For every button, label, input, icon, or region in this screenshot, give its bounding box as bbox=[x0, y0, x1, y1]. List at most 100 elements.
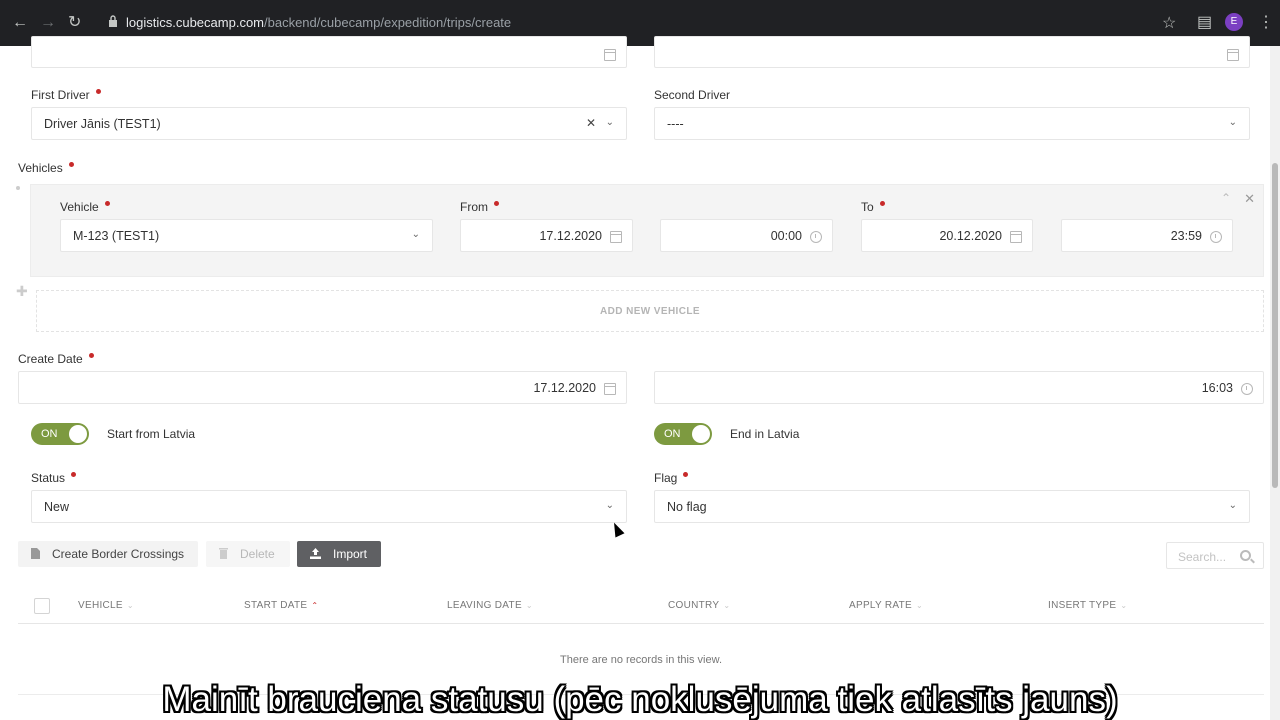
toggle-state: ON bbox=[41, 428, 58, 440]
to-time-value: 23:59 bbox=[1170, 229, 1202, 243]
sort-icon: ⌄ bbox=[723, 601, 731, 610]
reload-icon[interactable]: ↻ bbox=[68, 13, 81, 33]
to-time-field[interactable]: 23:59 bbox=[1061, 219, 1233, 252]
plus-icon[interactable]: ✚ bbox=[16, 283, 28, 300]
back-icon[interactable]: ← bbox=[12, 13, 28, 33]
vehicle-select[interactable]: M-123 (TEST1) ⌄ bbox=[60, 219, 433, 252]
required-dot bbox=[494, 201, 499, 206]
forward-icon[interactable]: → bbox=[40, 13, 56, 33]
status-label: Status bbox=[31, 471, 77, 485]
search-input[interactable]: Search... bbox=[1166, 542, 1264, 569]
flag-select[interactable]: No flag ⌄ bbox=[654, 490, 1250, 523]
table-header: VEHICLE ⌄ START DATE ⌃ LEAVING DATE ⌄ COUNT… bbox=[18, 588, 1264, 624]
chevron-down-icon: ⌄ bbox=[605, 117, 614, 128]
scrollbar-thumb[interactable] bbox=[1272, 163, 1278, 488]
column-start-date[interactable]: START DATE ⌃ bbox=[244, 600, 318, 611]
sort-asc-icon: ⌃ bbox=[311, 601, 319, 610]
required-dot bbox=[879, 201, 885, 206]
chevron-down-icon: ⌄ bbox=[411, 229, 420, 240]
import-button[interactable]: Import bbox=[297, 541, 381, 567]
column-vehicle[interactable]: VEHICLE ⌄ bbox=[78, 600, 134, 611]
search-icon[interactable] bbox=[1240, 550, 1251, 561]
remove-vehicle-icon[interactable]: ✕ bbox=[1244, 191, 1255, 207]
upload-icon bbox=[310, 548, 321, 559]
column-leaving-date[interactable]: LEAVING DATE ⌄ bbox=[447, 600, 533, 611]
create-date-field[interactable]: 17.12.2020 bbox=[18, 371, 627, 404]
search-placeholder: Search... bbox=[1178, 550, 1227, 564]
required-dot bbox=[95, 89, 101, 94]
url-text[interactable]: logistics.cubecamp.com/backend/cubecamp/… bbox=[126, 15, 511, 30]
column-apply-rate[interactable]: APPLY RATE ⌄ bbox=[849, 600, 923, 611]
required-dot bbox=[104, 201, 110, 206]
required-dot bbox=[71, 472, 77, 477]
start-date-field[interactable] bbox=[31, 36, 627, 68]
vehicle-label: Vehicle bbox=[60, 200, 110, 214]
sort-icon: ⌄ bbox=[525, 601, 533, 610]
required-dot bbox=[68, 162, 74, 167]
vehicle-value: M-123 (TEST1) bbox=[73, 229, 160, 243]
clear-icon[interactable]: ✕ bbox=[586, 116, 596, 130]
end-in-latvia-toggle[interactable]: ON bbox=[654, 423, 712, 445]
add-new-vehicle-button[interactable]: ADD NEW VEHICLE bbox=[36, 290, 1264, 332]
button-label: Delete bbox=[240, 547, 275, 561]
toggle-state: ON bbox=[664, 428, 681, 440]
column-insert-type[interactable]: INSERT TYPE ⌄ bbox=[1048, 600, 1127, 611]
end-date-field[interactable] bbox=[654, 36, 1250, 68]
calendar-icon bbox=[604, 49, 616, 61]
calendar-icon bbox=[1010, 231, 1022, 243]
create-time-field[interactable]: 16:03 bbox=[654, 371, 1264, 404]
file-icon bbox=[31, 548, 40, 559]
clock-icon bbox=[810, 231, 822, 243]
sort-icon: ⌄ bbox=[916, 601, 924, 610]
bookmark-star-icon[interactable]: ☆ bbox=[1162, 13, 1176, 33]
profile-avatar[interactable]: E bbox=[1225, 13, 1243, 31]
chevron-down-icon: ⌄ bbox=[605, 500, 614, 511]
first-driver-value: Driver Jānis (TEST1) bbox=[44, 117, 161, 131]
create-date-value: 17.12.2020 bbox=[533, 381, 596, 395]
browser-menu-icon[interactable]: ⋮ bbox=[1258, 12, 1274, 32]
from-time-field[interactable]: 00:00 bbox=[660, 219, 833, 252]
chevron-down-icon: ⌄ bbox=[1228, 117, 1237, 128]
collapse-icon[interactable]: ⌃ bbox=[1221, 191, 1231, 205]
required-dot bbox=[683, 472, 689, 477]
drag-handle[interactable] bbox=[16, 186, 20, 190]
flag-label: Flag bbox=[654, 471, 689, 485]
calendar-icon bbox=[604, 383, 616, 395]
column-country[interactable]: COUNTRY ⌄ bbox=[668, 600, 730, 611]
start-from-latvia-label: Start from Latvia bbox=[107, 427, 196, 441]
sort-icon: ⌄ bbox=[1120, 601, 1128, 610]
toggle-knob bbox=[692, 425, 710, 443]
to-date-field[interactable]: 20.12.2020 bbox=[861, 219, 1033, 252]
start-from-latvia-toggle[interactable]: ON bbox=[31, 423, 89, 445]
required-dot bbox=[88, 353, 94, 358]
calendar-icon bbox=[1227, 49, 1239, 61]
delete-button[interactable]: Delete bbox=[206, 541, 290, 567]
chevron-down-icon: ⌄ bbox=[1228, 500, 1237, 511]
flag-value: No flag bbox=[667, 500, 707, 514]
vehicles-label: Vehicles bbox=[18, 161, 74, 175]
clock-icon bbox=[1241, 383, 1253, 395]
video-subtitle: Mainīt brauciena statusu (pēc noklusējum… bbox=[162, 680, 1118, 719]
first-driver-label: First Driver bbox=[31, 88, 101, 102]
create-border-crossings-button[interactable]: Create Border Crossings bbox=[18, 541, 198, 567]
second-driver-label: Second Driver bbox=[654, 88, 731, 102]
clock-icon bbox=[1210, 231, 1222, 243]
mouse-cursor bbox=[609, 520, 625, 538]
first-driver-select[interactable]: Driver Jānis (TEST1) ✕ ⌄ bbox=[31, 107, 627, 140]
end-in-latvia-label: End in Latvia bbox=[730, 427, 800, 441]
toggle-knob bbox=[69, 425, 87, 443]
to-date-value: 20.12.2020 bbox=[939, 229, 1002, 243]
second-driver-select[interactable]: ---- ⌄ bbox=[654, 107, 1250, 140]
calendar-icon bbox=[610, 231, 622, 243]
create-time-value: 16:03 bbox=[1201, 381, 1233, 395]
extensions-icon[interactable]: ▤ bbox=[1197, 12, 1212, 32]
create-date-label: Create Date bbox=[18, 352, 94, 366]
trash-icon bbox=[219, 548, 228, 559]
button-label: Import bbox=[333, 547, 368, 561]
sort-icon: ⌄ bbox=[126, 601, 134, 610]
status-value: New bbox=[44, 500, 70, 514]
status-select[interactable]: New ⌄ bbox=[31, 490, 627, 523]
from-date-field[interactable]: 17.12.2020 bbox=[460, 219, 633, 252]
select-all-checkbox[interactable] bbox=[34, 598, 50, 614]
second-driver-value: ---- bbox=[667, 117, 684, 131]
